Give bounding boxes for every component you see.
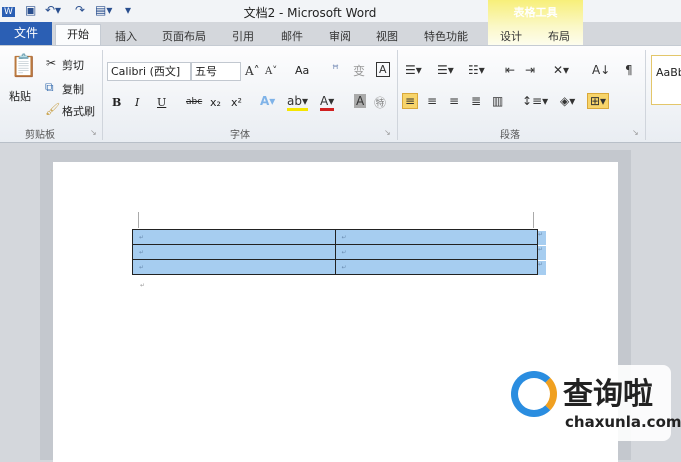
format-painter-button[interactable]: 格式刷 bbox=[62, 103, 95, 119]
divider bbox=[102, 50, 103, 140]
copy-button[interactable]: 复制 bbox=[62, 81, 84, 97]
line-spacing-icon[interactable]: ↕≡▾ bbox=[522, 94, 548, 108]
font-size-select[interactable]: 五号 bbox=[191, 62, 241, 81]
table-cell[interactable]: ↵ bbox=[334, 229, 538, 245]
multilevel-list-icon[interactable]: ☷▾ bbox=[468, 63, 485, 77]
decrease-indent-icon[interactable]: ⇤ bbox=[505, 63, 515, 77]
highlight-icon[interactable]: ab▾ bbox=[287, 94, 308, 111]
align-center-icon[interactable]: ≡ bbox=[427, 94, 437, 108]
watermark-url: chaxunla.com bbox=[565, 413, 681, 431]
copy-icon: ⧉ bbox=[45, 80, 54, 94]
document-table[interactable]: ↵ ↵ ↵ ↵ ↵ ↵ bbox=[132, 229, 538, 275]
justify-icon[interactable]: ≣ bbox=[471, 94, 481, 108]
phonetic-guide-icon[interactable]: 变 bbox=[353, 62, 365, 79]
font-launcher-icon[interactable]: ↘ bbox=[384, 128, 391, 137]
watermark: 查询啦 chaxunla.com bbox=[505, 365, 681, 441]
increase-indent-icon[interactable]: ⇥ bbox=[525, 63, 535, 77]
tab-review[interactable]: 审阅 bbox=[329, 28, 351, 44]
font-color-icon[interactable]: A▾ bbox=[320, 94, 335, 111]
paste-button[interactable]: 粘贴 bbox=[9, 88, 31, 104]
style-preview: AaBb bbox=[656, 66, 681, 79]
paragraph-group-label: 段落 bbox=[500, 130, 520, 141]
font-group-label: 字体 bbox=[230, 130, 250, 141]
tab-mailings[interactable]: 邮件 bbox=[281, 28, 303, 44]
underline-button[interactable]: U bbox=[157, 96, 166, 109]
tab-home[interactable]: 开始 bbox=[55, 24, 101, 46]
superscript-button[interactable]: x² bbox=[231, 96, 242, 109]
change-case-button[interactable]: Aa bbox=[295, 64, 309, 77]
style-normal[interactable]: AaBb bbox=[651, 55, 681, 105]
borders-icon[interactable]: ⊞▾ bbox=[587, 93, 610, 109]
shrink-font-icon[interactable]: A˅ bbox=[265, 66, 277, 77]
character-border-icon[interactable]: A bbox=[376, 62, 390, 77]
show-marks-icon[interactable]: ¶ bbox=[625, 63, 633, 77]
bold-button[interactable]: B bbox=[112, 96, 121, 109]
paragraph-launcher-icon[interactable]: ↘ bbox=[632, 128, 639, 137]
format-painter-icon: 🖌 bbox=[45, 102, 61, 116]
table-row: ↵ ↵ bbox=[132, 259, 538, 275]
row-end-mark: ↵ bbox=[538, 246, 546, 260]
numbering-icon[interactable]: ☰▾ bbox=[437, 63, 454, 77]
divider bbox=[397, 50, 398, 140]
subscript-button[interactable]: x₂ bbox=[210, 96, 221, 109]
table-row: ↵ ↵ bbox=[132, 229, 538, 245]
crop-mark bbox=[138, 212, 139, 228]
paste-icon[interactable]: 📋 bbox=[10, 54, 37, 79]
table-row: ↵ ↵ bbox=[132, 244, 538, 260]
tab-special-features[interactable]: 特色功能 bbox=[424, 28, 468, 44]
divider bbox=[645, 50, 646, 140]
watermark-logo-icon bbox=[511, 371, 557, 417]
italic-button[interactable]: I bbox=[135, 96, 139, 109]
clipboard-launcher-icon[interactable]: ↘ bbox=[90, 128, 97, 137]
tab-design[interactable]: 设计 bbox=[500, 28, 522, 44]
table-cell[interactable]: ↵ bbox=[132, 259, 336, 275]
row-end-mark: ↵ bbox=[538, 261, 546, 275]
watermark-brand: 查询啦 bbox=[563, 377, 653, 412]
tab-file[interactable]: 文件 bbox=[0, 22, 52, 45]
cut-icon: ✂ bbox=[46, 56, 57, 70]
clear-format-icon[interactable]: ꟸ bbox=[332, 62, 339, 76]
clipboard-group-label: 剪贴板 bbox=[25, 130, 55, 141]
text-effects-icon[interactable]: A▾ bbox=[260, 94, 275, 108]
tab-page-layout[interactable]: 页面布局 bbox=[162, 28, 206, 44]
distributed-icon[interactable]: ▥ bbox=[492, 94, 503, 108]
table-cell[interactable]: ↵ bbox=[132, 229, 336, 245]
chinese-layout-icon[interactable]: ✕▾ bbox=[553, 63, 569, 77]
align-left-icon[interactable]: ≡ bbox=[402, 93, 419, 109]
align-right-icon[interactable]: ≡ bbox=[449, 94, 459, 108]
table-tools-label: 表格工具 bbox=[513, 6, 558, 19]
cut-button[interactable]: 剪切 bbox=[62, 57, 84, 73]
font-name-select[interactable]: Calibri (西文] bbox=[107, 62, 191, 81]
paragraph-mark: ↵ bbox=[140, 282, 146, 289]
table-cell[interactable]: ↵ bbox=[132, 244, 336, 260]
tab-view[interactable]: 视图 bbox=[376, 28, 398, 44]
grow-font-icon[interactable]: A˄ bbox=[245, 64, 260, 78]
strikethrough-button[interactable]: abc bbox=[186, 97, 202, 107]
table-cell[interactable]: ↵ bbox=[334, 259, 538, 275]
tab-layout[interactable]: 布局 bbox=[548, 28, 570, 44]
tab-references[interactable]: 引用 bbox=[232, 28, 254, 44]
crop-mark bbox=[533, 212, 534, 228]
shading-icon[interactable]: ◈▾ bbox=[560, 94, 575, 108]
table-cell[interactable]: ↵ bbox=[334, 244, 538, 260]
tab-insert[interactable]: 插入 bbox=[115, 28, 137, 44]
character-shading-icon[interactable]: A bbox=[354, 94, 367, 108]
sort-icon[interactable]: A↓ bbox=[592, 63, 610, 77]
row-end-mark: ↵ bbox=[538, 231, 546, 245]
bullets-icon[interactable]: ☰▾ bbox=[405, 63, 422, 77]
enclose-characters-icon[interactable]: ㊕ bbox=[374, 94, 386, 111]
